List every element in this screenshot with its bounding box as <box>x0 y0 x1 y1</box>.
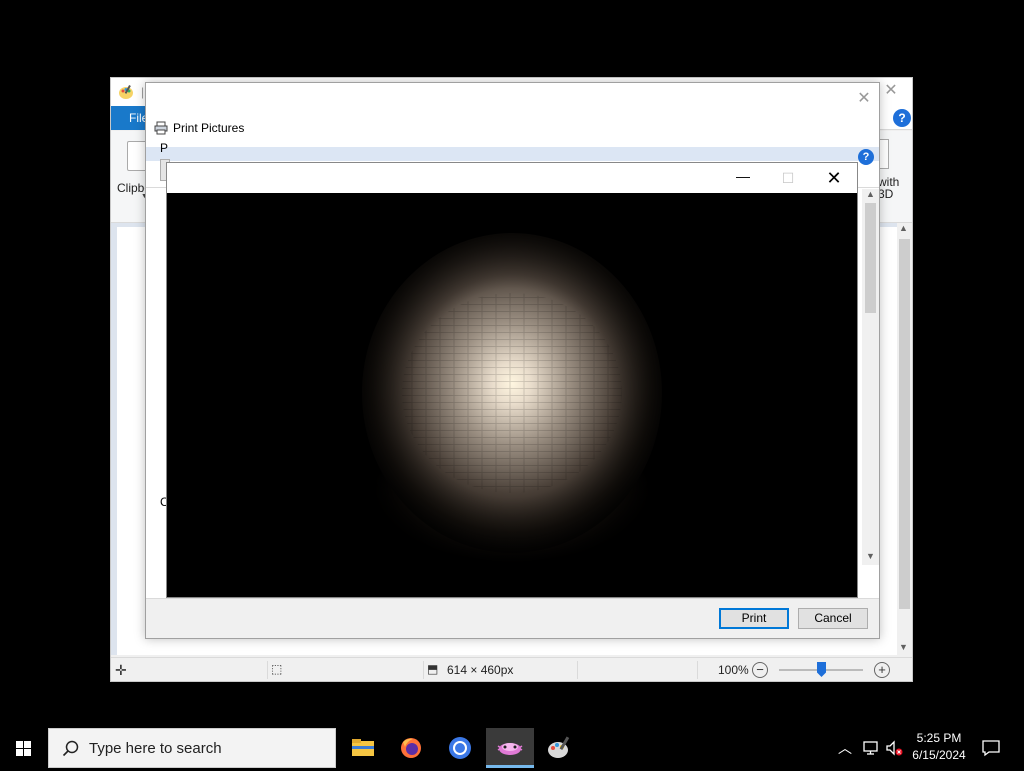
clock-time[interactable]: 5:25 PM <box>908 731 970 745</box>
start-button[interactable] <box>0 728 48 768</box>
scroll-down-icon[interactable]: ▼ <box>899 642 908 652</box>
volume-muted-icon[interactable] <box>884 738 904 758</box>
selection-size-icon: ⬚ <box>271 662 283 676</box>
scroll-up-icon[interactable]: ▲ <box>899 223 908 233</box>
printer-icon <box>154 121 168 135</box>
taskbar-paint[interactable] <box>535 728 583 768</box>
paint-close-button[interactable]: ✕ <box>881 81 901 101</box>
paint-app-icon <box>118 84 134 100</box>
notifications-icon[interactable] <box>980 737 1002 759</box>
paint-icon <box>548 736 570 758</box>
printer-label: P <box>160 141 169 155</box>
footer-divider <box>146 598 879 599</box>
image-size-icon: ⬒ <box>427 662 439 676</box>
paint-vertical-scrollbar[interactable]: ▲ ▼ <box>897 223 912 655</box>
status-separator <box>423 661 424 679</box>
search-box[interactable]: Type here to search <box>48 728 336 768</box>
taskbar: Type here to search ︿ 5:25 PM 6/15/2024 <box>0 728 1024 768</box>
help-icon[interactable]: ? <box>858 149 874 165</box>
maximize-button[interactable]: ☐ <box>774 169 802 187</box>
help-icon[interactable]: ? <box>893 109 911 127</box>
search-placeholder: Type here to search <box>89 740 222 757</box>
zoom-slider-thumb[interactable] <box>817 662 826 677</box>
dialog-close-button[interactable]: ✕ <box>854 89 874 109</box>
search-icon <box>61 739 81 759</box>
status-bar: ✛ ⬚ ⬒ 614 × 460px 100% − + <box>111 657 912 681</box>
taskbar-chrome[interactable] <box>436 728 484 768</box>
close-button[interactable]: ✕ <box>820 167 848 189</box>
edit-with-3d-label-2: 3D <box>878 187 894 201</box>
clock-date[interactable]: 6/15/2024 <box>908 748 970 762</box>
status-separator <box>267 661 268 679</box>
preview-scrollbar[interactable]: ▲ ▼ <box>862 189 879 565</box>
tunnel-image <box>167 193 857 597</box>
show-hidden-icons-chevron[interactable]: ︿ <box>838 738 852 758</box>
scroll-up-icon[interactable]: ▲ <box>866 189 875 199</box>
network-icon[interactable] <box>862 738 882 758</box>
zoom-out-button[interactable]: − <box>752 662 768 678</box>
minimize-button[interactable]: — <box>729 169 757 187</box>
scrollbar-thumb[interactable] <box>899 239 910 609</box>
dialog-accent-band <box>146 147 879 161</box>
firefox-icon <box>401 738 421 758</box>
scroll-down-icon[interactable]: ▼ <box>866 551 875 561</box>
print-button[interactable]: Print <box>719 608 789 629</box>
tunnel-light <box>332 203 692 583</box>
chrome-icon <box>449 737 471 759</box>
taskbar-active-app[interactable] <box>486 728 534 768</box>
pink-creature-icon <box>497 743 523 755</box>
dialog-title: Print Pictures <box>173 121 245 135</box>
dialog-header: ✕ Print Pictures <box>146 83 879 147</box>
status-separator <box>577 661 578 679</box>
cursor-position-icon: ✛ <box>115 662 127 678</box>
folder-icon <box>352 739 374 756</box>
status-separator <box>697 661 698 679</box>
taskbar-file-explorer[interactable] <box>339 728 387 768</box>
image-preview-window: — ☐ ✕ <box>166 162 858 598</box>
image-size-text: 614 × 460px <box>447 663 514 677</box>
scrollbar-thumb[interactable] <box>865 203 876 313</box>
taskbar-firefox[interactable] <box>387 728 435 768</box>
preview-titlebar: — ☐ ✕ <box>167 163 857 193</box>
cancel-button[interactable]: Cancel <box>798 608 868 629</box>
zoom-level: 100% <box>718 663 749 677</box>
zoom-in-button[interactable]: + <box>874 662 890 678</box>
title-separator: | <box>141 85 145 99</box>
